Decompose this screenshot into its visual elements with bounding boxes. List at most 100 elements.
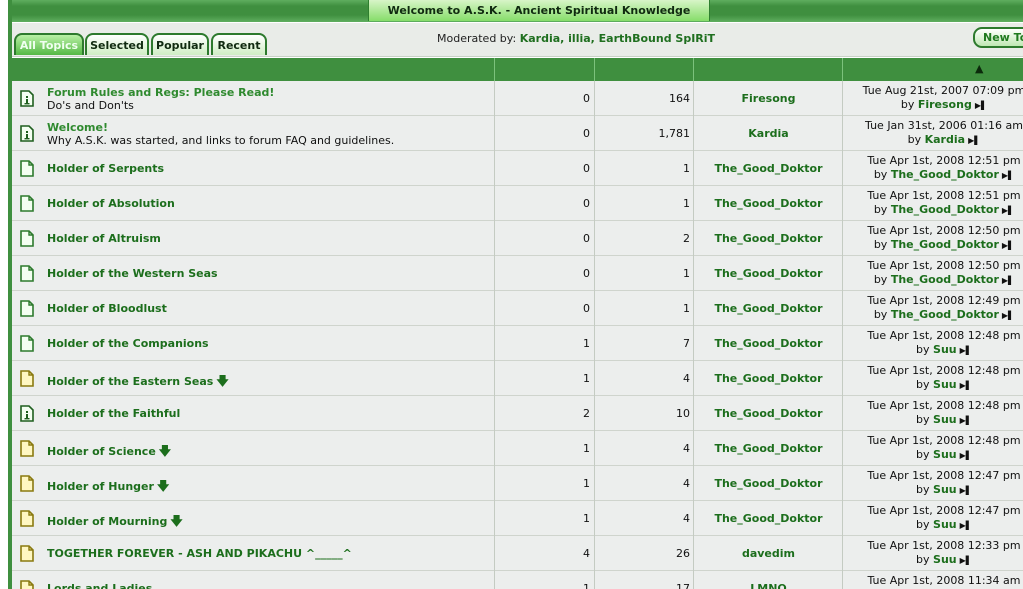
new-post-arrow-icon[interactable]: 🡇 bbox=[170, 514, 182, 528]
topic-author-link[interactable]: The_Good_Doktor bbox=[694, 372, 843, 385]
topic-author-link[interactable]: The_Good_Doktor bbox=[694, 267, 843, 280]
topic-author-link[interactable]: The_Good_Doktor bbox=[694, 442, 843, 455]
last-poster-link[interactable]: The_Good_Doktor bbox=[891, 203, 999, 216]
topic-title-link[interactable]: Holder of Absolution bbox=[47, 197, 175, 210]
goto-last-post-icon[interactable]: ▶▌ bbox=[960, 486, 972, 495]
goto-last-post-icon[interactable]: ▶▌ bbox=[1002, 241, 1014, 250]
topic-row: Holder of Hunger 🡇 1 4 The_Good_Doktor Tue Ap… bbox=[12, 466, 1023, 501]
topic-title-link[interactable]: Forum Rules and Regs: Please Read! bbox=[47, 86, 274, 99]
last-post-by: by Kardia ▶▌ bbox=[844, 133, 1023, 146]
goto-last-post-icon[interactable]: ▶▌ bbox=[975, 101, 987, 110]
goto-last-post-icon[interactable]: ▶▌ bbox=[960, 416, 972, 425]
last-post-by: by Suu ▶▌ bbox=[844, 483, 1023, 496]
goto-last-post-icon[interactable]: ▶▌ bbox=[968, 136, 980, 145]
reply-count: 1 bbox=[583, 477, 590, 490]
topic-title-link[interactable]: Holder of Serpents bbox=[47, 162, 164, 175]
topic-title-link[interactable]: Holder of the Faithful bbox=[47, 407, 180, 420]
topic-title-link[interactable]: Holder of the Eastern Seas 🡇 bbox=[47, 372, 229, 393]
new-post-arrow-icon[interactable]: 🡇 bbox=[216, 374, 228, 388]
topic-title-text: Holder of Bloodlust bbox=[47, 302, 167, 315]
last-poster-link[interactable]: The_Good_Doktor bbox=[891, 273, 999, 286]
goto-last-post-icon[interactable]: ▶▌ bbox=[1002, 311, 1014, 320]
new-topic-icon bbox=[20, 440, 34, 457]
goto-last-post-icon[interactable]: ▶▌ bbox=[960, 521, 972, 530]
last-poster-link[interactable]: Suu bbox=[933, 553, 957, 566]
last-poster-link[interactable]: Suu bbox=[933, 448, 957, 461]
new-topic-button[interactable]: New Topic bbox=[973, 27, 1023, 48]
last-poster-link[interactable]: Suu bbox=[933, 413, 957, 426]
topic-author-link[interactable]: LMNO bbox=[694, 582, 843, 589]
topic-author-link[interactable]: The_Good_Doktor bbox=[694, 162, 843, 175]
topic-title-link[interactable]: Holder of the Companions bbox=[47, 337, 209, 350]
topic-row: Holder of Bloodlust 0 1 The_Good_Doktor Tue … bbox=[12, 291, 1023, 326]
topic-title-link[interactable]: Holder of Hunger 🡇 bbox=[47, 477, 169, 498]
topic-author-link[interactable]: Kardia bbox=[694, 127, 843, 140]
last-poster-link[interactable]: Firesong bbox=[918, 98, 972, 111]
topic-author-link[interactable]: The_Good_Doktor bbox=[694, 197, 843, 210]
topic-author-link[interactable]: davedim bbox=[694, 547, 843, 560]
topic-title-link[interactable]: Holder of the Western Seas bbox=[47, 267, 218, 280]
topic-author-link[interactable]: The_Good_Doktor bbox=[694, 512, 843, 525]
last-post-by: by Suu ▶▌ bbox=[844, 378, 1023, 391]
last-post-date: Tue Apr 1st, 2008 12:48 pm bbox=[867, 434, 1021, 447]
topic-description: Do's and Don'ts bbox=[47, 99, 134, 112]
last-poster-link[interactable]: Kardia bbox=[925, 133, 965, 146]
goto-last-post-icon[interactable]: ▶▌ bbox=[1002, 171, 1014, 180]
topic-title-text: Holder of Absolution bbox=[47, 197, 175, 210]
goto-last-post-icon[interactable]: ▶▌ bbox=[960, 556, 972, 565]
last-post-by: by The_Good_Doktor ▶▌ bbox=[844, 308, 1023, 321]
last-post-by: by The_Good_Doktor ▶▌ bbox=[844, 168, 1023, 181]
last-poster-link[interactable]: Suu bbox=[933, 343, 957, 356]
last-poster-link[interactable]: Suu bbox=[933, 483, 957, 496]
tab-popular[interactable]: Popular bbox=[151, 33, 209, 55]
topic-row: Holder of the Eastern Seas 🡇 1 4 The_Good_Do… bbox=[12, 361, 1023, 396]
last-poster-link[interactable]: The_Good_Doktor bbox=[891, 308, 999, 321]
by-label: by bbox=[907, 133, 922, 146]
goto-last-post-icon[interactable]: ▶▌ bbox=[1002, 206, 1014, 215]
view-count: 4 bbox=[683, 372, 690, 385]
topic-title-link[interactable]: Welcome! bbox=[47, 121, 108, 134]
view-count: 1 bbox=[683, 162, 690, 175]
goto-last-post-icon[interactable]: ▶▌ bbox=[960, 381, 972, 390]
topic-title-text: Welcome! bbox=[47, 121, 108, 134]
last-poster-link[interactable]: Suu bbox=[933, 518, 957, 531]
topic-title-link[interactable]: TOGETHER FOREVER - ASH AND PIKACHU ^____… bbox=[47, 547, 352, 560]
last-post-by: by Suu ▶▌ bbox=[844, 413, 1023, 426]
topic-author-link[interactable]: The_Good_Doktor bbox=[694, 477, 843, 490]
tab-recent[interactable]: Recent bbox=[211, 33, 267, 55]
goto-last-post-icon[interactable]: ▶▌ bbox=[960, 346, 972, 355]
by-label: by bbox=[873, 308, 888, 321]
topic-title-link[interactable]: Holder of Science 🡇 bbox=[47, 442, 171, 463]
topic-title-link[interactable]: Holder of Bloodlust bbox=[47, 302, 167, 315]
topic-title-link[interactable]: Lords and Ladies bbox=[47, 582, 152, 589]
new-post-arrow-icon[interactable]: 🡇 bbox=[157, 479, 169, 493]
topic-author-link[interactable]: The_Good_Doktor bbox=[694, 337, 843, 350]
last-poster-link[interactable]: The_Good_Doktor bbox=[891, 168, 999, 181]
last-post-date: Tue Aug 21st, 2007 07:09 pm bbox=[862, 84, 1023, 97]
new-post-arrow-icon[interactable]: 🡇 bbox=[159, 444, 171, 458]
topic-row: Holder of Serpents 0 1 The_Good_Doktor Tue A… bbox=[12, 151, 1023, 186]
moderated-by: Moderated by: Kardia, illia, EarthBound … bbox=[437, 32, 715, 45]
topic-row: Holder of the Faithful 2 10 The_Good_Doktor… bbox=[12, 396, 1023, 431]
tab-selected[interactable]: Selected bbox=[85, 33, 149, 55]
tab-all-topics[interactable]: All Topics bbox=[14, 33, 84, 55]
topic-title-link[interactable]: Holder of Mourning 🡇 bbox=[47, 512, 183, 533]
topic-author-link[interactable]: The_Good_Doktor bbox=[694, 302, 843, 315]
goto-last-post-icon[interactable]: ▶▌ bbox=[960, 451, 972, 460]
moderator-links[interactable]: Kardia, illia, EarthBound SpIRiT bbox=[520, 32, 715, 45]
topic-title-link[interactable]: Holder of Altruism bbox=[47, 232, 161, 245]
topic-author-link[interactable]: The_Good_Doktor bbox=[694, 407, 843, 420]
last-post-date: Tue Apr 1st, 2008 12:50 pm bbox=[867, 224, 1021, 237]
topic-author-link[interactable]: The_Good_Doktor bbox=[694, 232, 843, 245]
goto-last-post-icon[interactable]: ▶▌ bbox=[1002, 276, 1014, 285]
title-strip: Welcome to A.S.K. - Ancient Spiritual Kn… bbox=[12, 0, 1023, 22]
topic-author-link[interactable]: Firesong bbox=[694, 92, 843, 105]
reply-count: 1 bbox=[583, 442, 590, 455]
view-count: 26 bbox=[676, 547, 690, 560]
topic-list: Forum Rules and Regs: Please Read! Do's a… bbox=[12, 81, 1023, 589]
last-post-date: Tue Jan 31st, 2006 01:16 am bbox=[865, 119, 1023, 132]
sort-arrow-icon[interactable]: ▲ bbox=[975, 62, 983, 75]
moderated-label: Moderated by: bbox=[437, 32, 517, 45]
last-poster-link[interactable]: Suu bbox=[933, 378, 957, 391]
last-poster-link[interactable]: The_Good_Doktor bbox=[891, 238, 999, 251]
